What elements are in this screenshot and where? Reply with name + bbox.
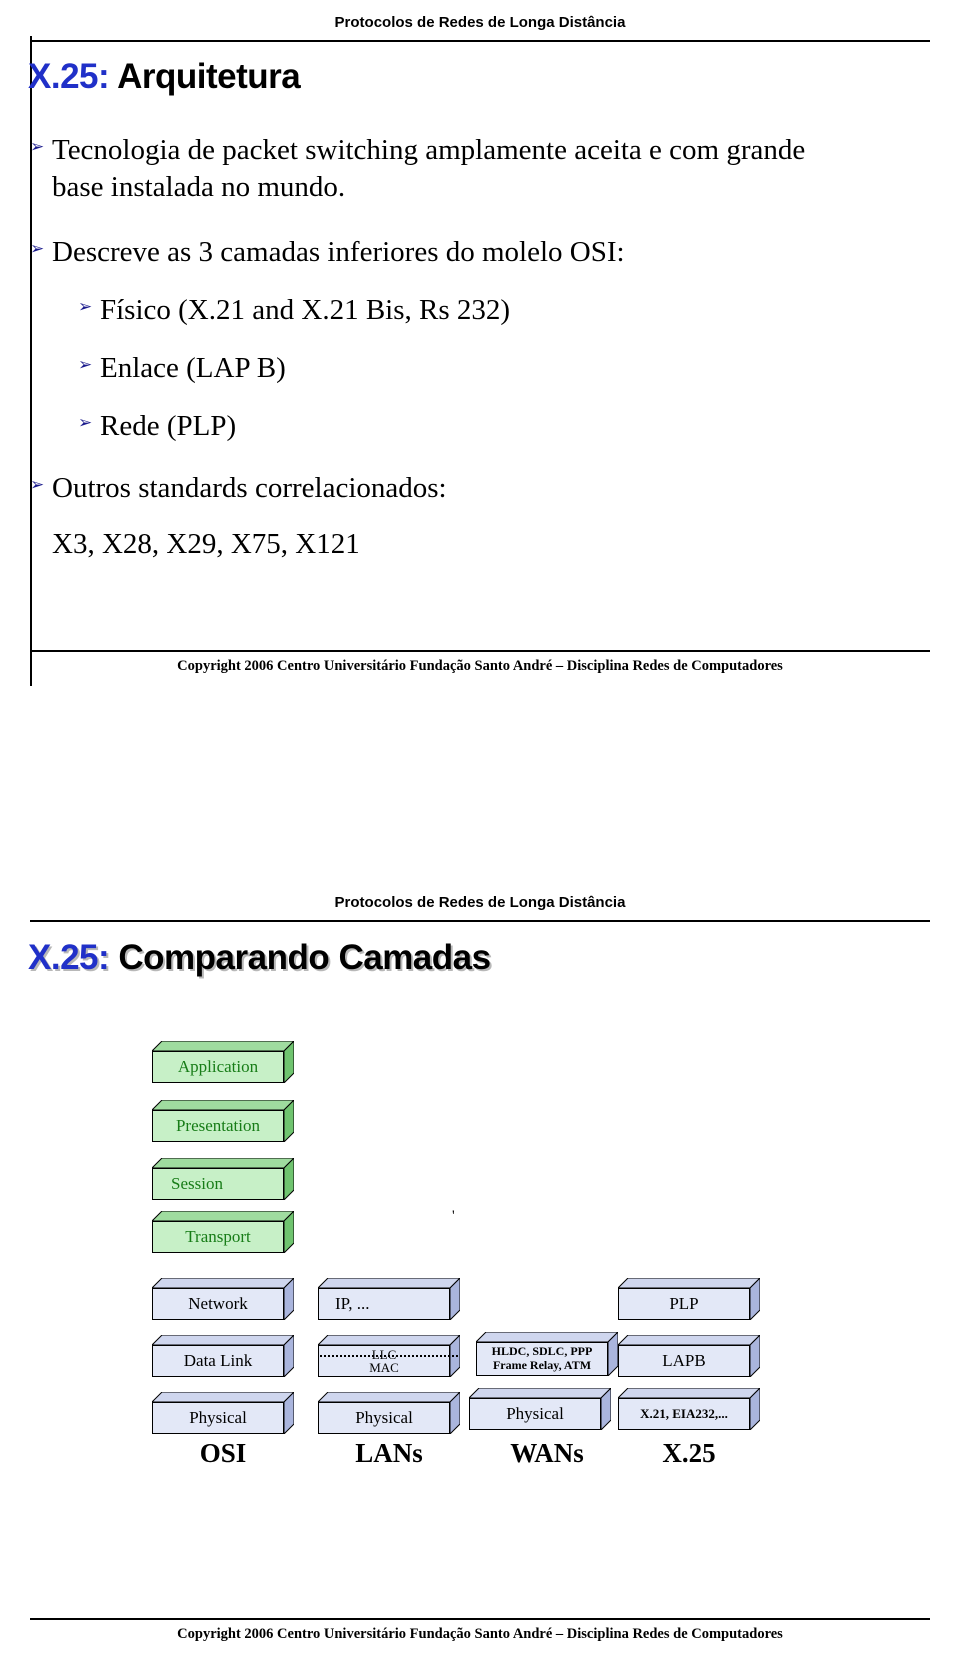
wan-physical-label: Physical [469,1398,601,1430]
bullet-arrow-icon: ➢ [30,137,45,157]
bullet-text: Físico (X.21 and X.21 Bis, Rs 232) [100,294,511,326]
osi-layer-label: Physical [152,1402,284,1434]
slide-title-rest: Arquitetura [109,57,301,96]
bullet-text: Outros standards correlacionados: [52,472,447,504]
column-label-osi: OSI [199,1438,247,1468]
osi-layer-network: Network [152,1278,294,1320]
bullet-item: ➢ Enlace (LAP B) [78,350,868,387]
footer-copyright: Copyright 2006 Centro Universitário Fund… [177,1626,783,1642]
lan-physical-label: Physical [318,1402,450,1434]
wan-physical-box: Physical [469,1388,611,1430]
bullet-text: Descreve as 3 camadas inferiores do mole… [52,236,625,268]
column-label-lans: LANs [355,1438,423,1468]
osi-layer-physical: Physical [152,1392,294,1434]
lan-network-box: IP, ... [318,1278,460,1320]
wan-datalink-line1: HLDC, SDLC, PPP [491,1344,593,1359]
osi-layer-label: Session [152,1168,284,1200]
wan-datalink-labels: HLDC, SDLC, PPP Frame Relay, ATM [476,1342,608,1376]
lan-physical-box: Physical [318,1392,460,1434]
osi-layer-application: Application [152,1041,294,1083]
osi-layer-label: Network [152,1288,284,1320]
bullet-arrow-icon: ➢ [30,239,45,259]
column-label-wans: WANs [510,1438,584,1468]
bullet-text: Rede (PLP) [100,410,237,442]
osi-layer-transport: Transport [152,1211,294,1253]
x25-datalink-box: LAPB [618,1335,760,1377]
bullet-item: ➢ Rede (PLP) [78,408,868,445]
standards-list: X3, X28, X29, X75, X121 [52,528,360,560]
slide-title-prefix: X.25: [28,938,110,977]
footer-divider [30,1618,930,1620]
x25-physical-label: X.21, EIA232,... [618,1398,750,1430]
bullet-item: ➢ Outros standards correlacionados: [30,470,860,507]
slide-title: X.25: Comparando Camadas [28,938,491,978]
bullet-arrow-icon: ➢ [78,413,93,433]
osi-layer-label: Data Link [152,1345,284,1377]
slide-x25-comparando-camadas: Protocolos de Redes de Longa Distância X… [0,880,960,1654]
bullet-text: Enlace (LAP B) [100,352,286,384]
x25-physical-box: X.21, EIA232,... [618,1388,760,1430]
header-divider [30,40,930,42]
lan-mac-label: MAC [369,1360,399,1375]
x25-network-box: PLP [618,1278,760,1320]
slide-title: X.25: Arquitetura [28,57,301,97]
osi-layer-label: Transport [152,1221,284,1253]
x25-datalink-label: LAPB [618,1345,750,1377]
lan-datalink-labels: LLC MAC [318,1345,450,1377]
x25-network-label: PLP [618,1288,750,1320]
lan-network-label: IP, ... [318,1288,450,1320]
column-label-x25: X.25 [662,1438,716,1468]
osi-layer-session: Session [152,1158,294,1200]
footer-divider [30,650,930,652]
slide-title-rest: Comparando Camadas [109,938,491,977]
slide-x25-arquitetura: Protocolos de Redes de Longa Distância X… [0,0,960,690]
osi-layer-label: Presentation [152,1110,284,1142]
bullet-arrow-icon: ➢ [78,297,93,317]
osi-layer-presentation: Presentation [152,1100,294,1142]
bullet-arrow-icon: ➢ [30,475,45,495]
osi-layer-datalink: Data Link [152,1335,294,1377]
slide-header-title: Protocolos de Redes de Longa Distância [334,14,626,31]
wan-datalink-line2: Frame Relay, ATM [492,1358,592,1372]
bullet-item: ➢ Físico (X.21 and X.21 Bis, Rs 232) [78,292,868,329]
wan-datalink-box: HLDC, SDLC, PPP Frame Relay, ATM [476,1332,618,1376]
diagram-tick-mark: ' [452,1208,455,1224]
bullet-item: ➢ Tecnologia de packet switching amplame… [30,132,860,206]
footer-copyright: Copyright 2006 Centro Universitário Fund… [177,658,783,674]
llc-mac-divider [320,1355,458,1357]
header-divider [30,920,930,922]
slide-header-title: Protocolos de Redes de Longa Distância [334,894,626,911]
bullet-item: ➢ Descreve as 3 camadas inferiores do mo… [30,234,860,271]
bullet-text: Tecnologia de packet switching amplament… [52,134,806,204]
slide-title-prefix: X.25: [28,57,110,96]
bullet-arrow-icon: ➢ [78,355,93,375]
osi-layer-label: Application [152,1051,284,1083]
